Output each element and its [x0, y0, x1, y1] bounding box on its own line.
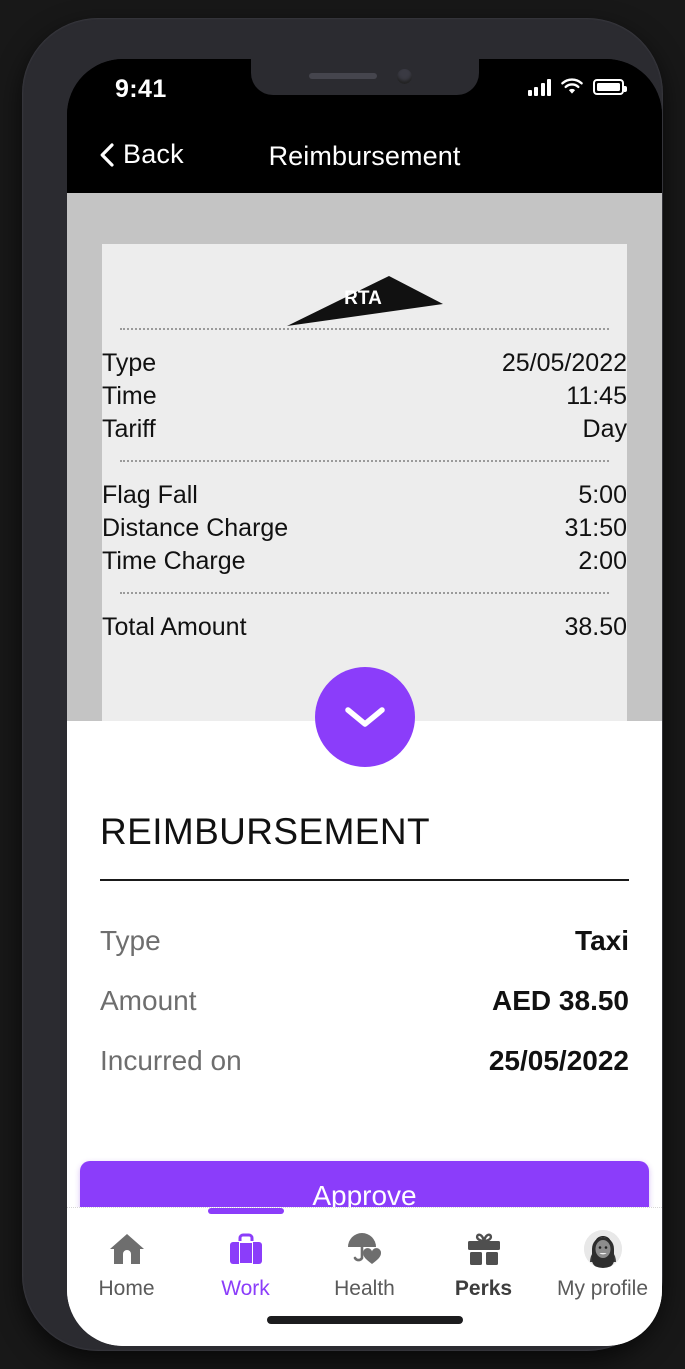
receipt-row: Flag Fall 5:00	[102, 479, 627, 512]
detail-rows: Type Taxi Amount AED 38.50 Incurred on 2…	[100, 911, 629, 1091]
receipt-row-total: Total Amount 38.50	[102, 611, 627, 644]
status-icons	[527, 78, 627, 96]
receipt-row-label: Flag Fall	[102, 481, 198, 509]
umbrella-heart-icon	[344, 1228, 386, 1270]
receipt-row-label: Tariff	[102, 415, 156, 443]
receipt-row: Time Charge 2:00	[102, 545, 627, 578]
status-time: 9:41	[115, 75, 167, 103]
phone-screen: 9:41 Back Reimbursement RTA Type 25/05/2…	[67, 59, 662, 1346]
receipt-trip-section: Type 25/05/2022 Time 11:45 Tariff Day	[102, 330, 627, 460]
receipt-total-label: Total Amount	[102, 613, 247, 641]
sheet-title: REIMBURSEMENT	[100, 811, 430, 852]
detail-value: 25/05/2022	[488, 1045, 629, 1076]
detail-label: Incurred on	[100, 1045, 242, 1076]
wifi-icon	[561, 78, 583, 94]
detail-value: AED 38.50	[492, 985, 629, 1016]
earpiece-speaker	[308, 73, 377, 79]
gift-icon	[464, 1228, 504, 1270]
tab-perks[interactable]: Perks	[428, 1228, 540, 1314]
rta-logo-text: RTA	[344, 288, 382, 309]
rta-logo: RTA	[286, 276, 443, 326]
tab-label: Home	[98, 1277, 155, 1300]
receipt-row-label: Time	[102, 382, 157, 410]
chevron-down-icon	[344, 707, 385, 727]
receipt-charges-section: Flag Fall 5:00 Distance Charge 31:50 Tim…	[102, 462, 627, 592]
page-title: Reimbursement	[268, 141, 461, 171]
briefcase-icon	[226, 1228, 266, 1270]
reimbursement-sheet: REIMBURSEMENT Type Taxi Amount AED 38.50…	[67, 721, 662, 1346]
receipt-row: Type 25/05/2022	[102, 347, 627, 380]
receipt-row-label: Time Charge	[102, 547, 246, 575]
tab-home[interactable]: Home	[71, 1228, 183, 1314]
active-tab-indicator	[207, 1208, 284, 1214]
cellular-signal-icon	[527, 78, 551, 96]
home-indicator	[266, 1316, 463, 1324]
front-camera	[396, 69, 412, 84]
tab-work[interactable]: Work	[190, 1208, 302, 1314]
detail-row: Amount AED 38.50	[100, 971, 629, 1031]
receipt-row-value: 31:50	[564, 514, 627, 542]
receipt-row-value: 5:00	[578, 481, 627, 509]
sheet-divider	[100, 879, 629, 881]
receipt-row: Time 11:45	[102, 380, 627, 413]
tab-health[interactable]: Health	[309, 1228, 421, 1314]
nav-bar: Back Reimbursement	[67, 117, 662, 193]
expand-sheet-button[interactable]	[314, 667, 415, 767]
detail-value: Taxi	[575, 925, 629, 956]
receipt-row: Distance Charge 31:50	[102, 512, 627, 545]
bottom-tab-bar: Home Work Health Perks My profile	[67, 1207, 662, 1346]
receipt-row-label: Distance Charge	[102, 514, 289, 542]
tab-my-profile[interactable]: My profile	[547, 1228, 659, 1314]
avatar	[583, 1230, 622, 1268]
phone-frame: 9:41 Back Reimbursement RTA Type 25/05/2…	[22, 18, 663, 1351]
detail-label: Type	[100, 925, 161, 956]
tab-label: Work	[221, 1277, 270, 1300]
detail-label: Amount	[100, 985, 197, 1016]
receipt-row: Tariff Day	[102, 413, 627, 446]
tab-label: My profile	[556, 1277, 649, 1300]
receipt-row-value: 25/05/2022	[501, 349, 627, 377]
receipt-row-value: 2:00	[578, 547, 627, 575]
tab-label: Health	[334, 1277, 395, 1300]
receipt-total-section: Total Amount 38.50	[102, 594, 627, 654]
tab-label: Perks	[454, 1277, 513, 1300]
receipt-row-label: Type	[102, 349, 157, 377]
avatar-icon	[583, 1228, 622, 1270]
detail-row: Incurred on 25/05/2022	[100, 1031, 629, 1091]
receipt-row-value: 11:45	[566, 382, 627, 410]
notch	[250, 59, 479, 95]
receipt-stage: RTA Type 25/05/2022 Time 11:45 Tariff Da…	[67, 193, 662, 721]
detail-row: Type Taxi	[100, 911, 629, 971]
receipt-row-value: Day	[582, 415, 627, 443]
battery-full-icon	[593, 79, 627, 95]
receipt-card: RTA Type 25/05/2022 Time 11:45 Tariff Da…	[102, 244, 627, 721]
home-icon	[107, 1228, 147, 1270]
receipt-total-value: 38.50	[564, 613, 627, 641]
